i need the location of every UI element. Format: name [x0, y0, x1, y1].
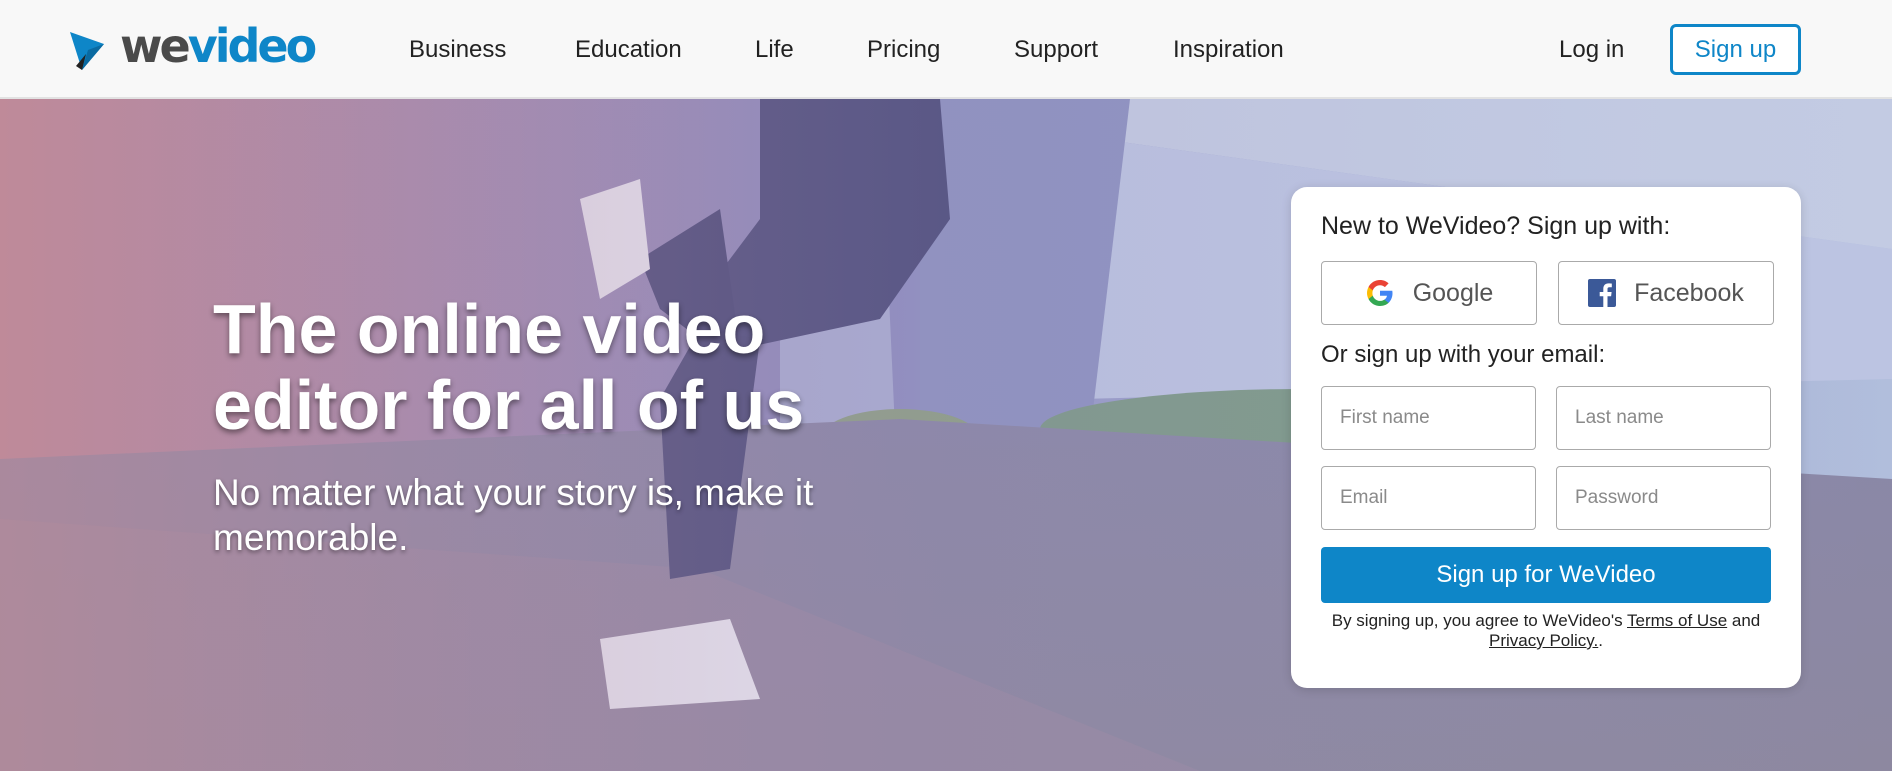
google-icon	[1365, 278, 1395, 308]
signup-submit-button[interactable]: Sign up for WeVideo	[1321, 547, 1771, 603]
wevideo-logo[interactable]: wevideo	[68, 16, 317, 73]
nav-support[interactable]: Support	[1014, 36, 1098, 64]
hero-title: The online video editor for all of us	[213, 290, 805, 444]
login-link[interactable]: Log in	[1559, 36, 1624, 64]
nav-education[interactable]: Education	[575, 36, 682, 64]
logo-wordmark-we: we	[120, 19, 191, 73]
signup-card: New to WeVideo? Sign up with: Google Fac…	[1291, 187, 1801, 688]
site-header: wevideo Business Education Life Pricing …	[0, 0, 1892, 99]
terms-notice: By signing up, you agree to WeVideo's Te…	[1311, 611, 1781, 651]
privacy-policy-link[interactable]: Privacy Policy.	[1489, 631, 1598, 650]
facebook-label: Facebook	[1634, 278, 1744, 307]
logo-wordmark-video: video	[187, 19, 317, 73]
password-field[interactable]	[1556, 466, 1771, 530]
facebook-signup-button[interactable]: Facebook	[1558, 261, 1774, 325]
header-signup-button[interactable]: Sign up	[1670, 24, 1801, 75]
signup-card-heading: New to WeVideo? Sign up with:	[1321, 212, 1671, 240]
facebook-icon	[1588, 279, 1617, 307]
wevideo-play-icon	[70, 32, 104, 70]
google-label: Google	[1412, 278, 1494, 307]
logo-wordmark: wevideo	[120, 18, 317, 74]
nav-business[interactable]: Business	[409, 36, 506, 64]
nav-pricing[interactable]: Pricing	[867, 36, 940, 64]
first-name-field[interactable]	[1321, 386, 1536, 450]
nav-inspiration[interactable]: Inspiration	[1173, 36, 1284, 64]
terms-suffix: .	[1598, 631, 1603, 650]
terms-prefix: By signing up, you agree to WeVideo's	[1331, 611, 1628, 630]
email-signup-heading: Or sign up with your email:	[1321, 341, 1606, 368]
terms-and: and	[1727, 611, 1761, 630]
hero-subtitle: No matter what your story is, make it me…	[213, 472, 814, 558]
email-field[interactable]	[1321, 466, 1536, 530]
google-signup-button[interactable]: Google	[1321, 261, 1537, 325]
nav-life[interactable]: Life	[755, 36, 794, 64]
terms-of-use-link[interactable]: Terms of Use	[1627, 611, 1727, 630]
last-name-field[interactable]	[1556, 386, 1771, 450]
